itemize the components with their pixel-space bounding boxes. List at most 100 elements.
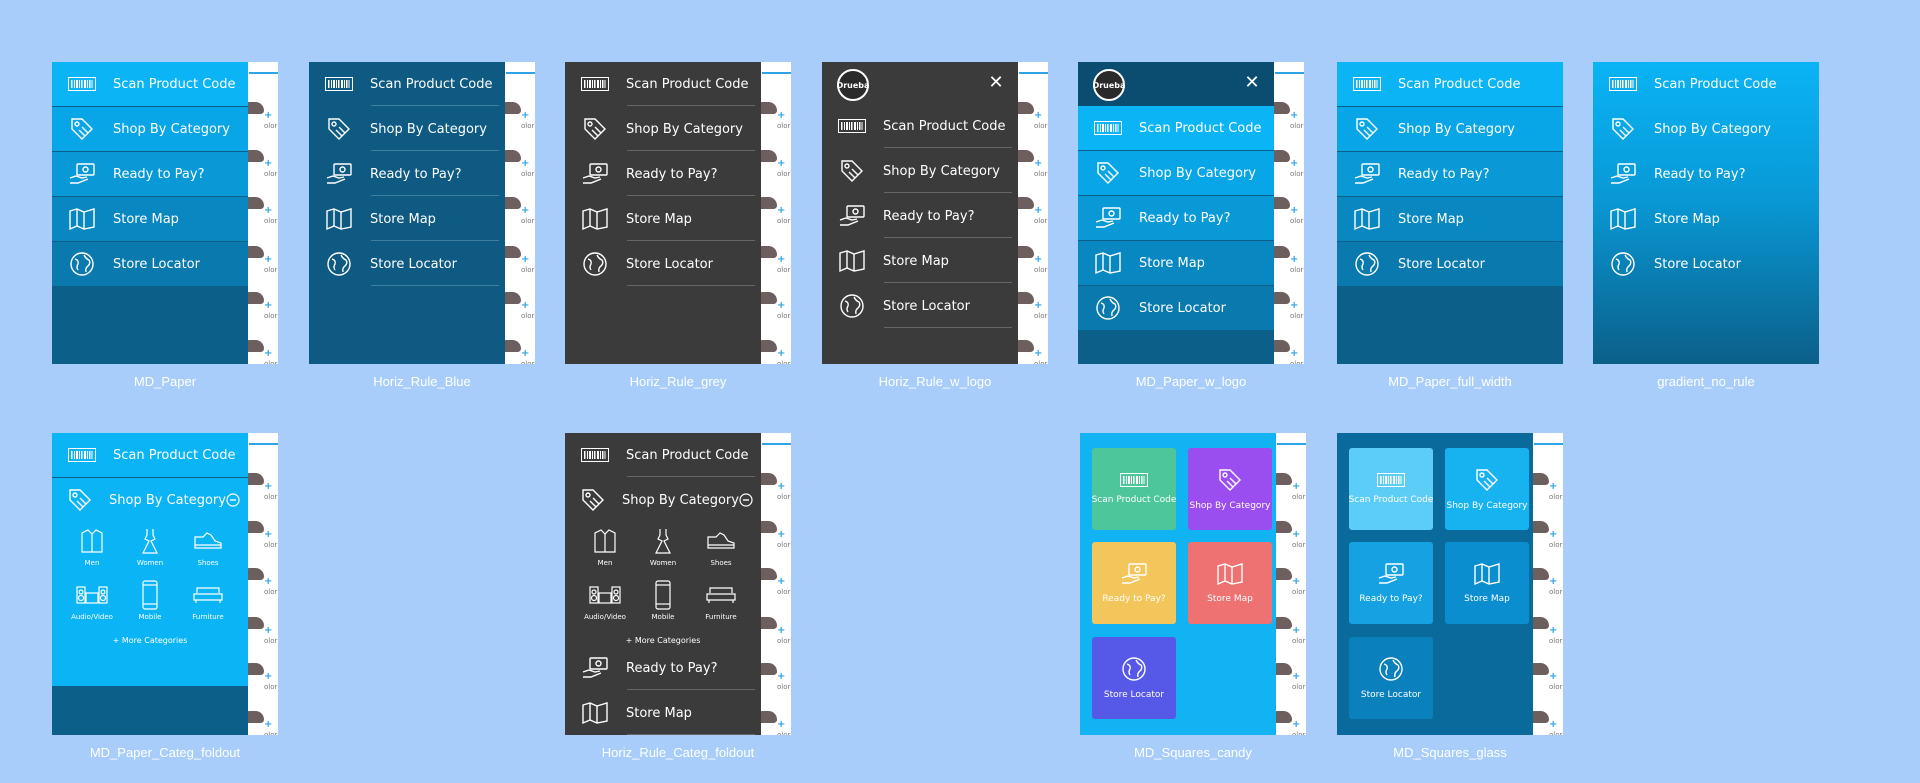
- tile-locator[interactable]: Store Locator: [1349, 637, 1433, 719]
- add-plus-icon[interactable]: +: [264, 625, 272, 636]
- tile-locator[interactable]: Store Locator: [1092, 637, 1176, 719]
- menu-item-locator[interactable]: Store Locator: [1337, 242, 1563, 286]
- collapse-minus-icon[interactable]: [226, 493, 240, 507]
- add-plus-icon[interactable]: +: [1290, 158, 1298, 169]
- brand-logo[interactable]: Drueba: [1093, 69, 1125, 101]
- menu-item-map[interactable]: Store Map: [822, 239, 1018, 283]
- add-plus-icon[interactable]: +: [1290, 348, 1298, 359]
- add-plus-icon[interactable]: +: [521, 348, 529, 359]
- menu-item-map[interactable]: Store Map: [1593, 197, 1819, 241]
- menu-item-pay[interactable]: Ready to Pay?: [565, 152, 761, 196]
- add-plus-icon[interactable]: +: [264, 300, 272, 311]
- menu-item-scan[interactable]: Scan Product Code: [565, 433, 761, 477]
- collapse-minus-icon[interactable]: [739, 493, 753, 507]
- add-plus-icon[interactable]: +: [264, 719, 272, 730]
- tile-pay[interactable]: Ready to Pay?: [1349, 542, 1433, 624]
- menu-item-scan[interactable]: Scan Product Code: [52, 62, 248, 106]
- add-plus-icon[interactable]: +: [1290, 110, 1298, 121]
- menu-item-shop[interactable]: Shop By Category: [1078, 151, 1274, 195]
- menu-item-map[interactable]: Store Map: [1337, 197, 1563, 241]
- subcategory-women[interactable]: Women: [122, 525, 178, 567]
- add-plus-icon[interactable]: +: [521, 110, 529, 121]
- menu-item-scan[interactable]: Scan Product Code: [822, 104, 1018, 148]
- menu-item-scan[interactable]: Scan Product Code: [1593, 62, 1819, 106]
- add-plus-icon[interactable]: +: [1549, 625, 1557, 636]
- add-plus-icon[interactable]: +: [1549, 481, 1557, 492]
- add-plus-icon[interactable]: +: [777, 625, 785, 636]
- close-icon[interactable]: ✕: [1244, 73, 1260, 93]
- menu-item-pay[interactable]: Ready to Pay?: [1337, 152, 1563, 196]
- add-plus-icon[interactable]: +: [777, 254, 785, 265]
- menu-item-scan[interactable]: Scan Product Code: [1337, 62, 1563, 106]
- subcategory-shoes[interactable]: Shoes: [693, 525, 749, 567]
- add-plus-icon[interactable]: +: [777, 158, 785, 169]
- add-plus-icon[interactable]: +: [264, 205, 272, 216]
- add-plus-icon[interactable]: +: [1292, 481, 1300, 492]
- tile-map[interactable]: Store Map: [1188, 542, 1272, 624]
- add-plus-icon[interactable]: +: [1549, 529, 1557, 540]
- add-plus-icon[interactable]: +: [264, 481, 272, 492]
- add-plus-icon[interactable]: +: [1034, 348, 1042, 359]
- add-plus-icon[interactable]: +: [777, 719, 785, 730]
- menu-item-scan[interactable]: Scan Product Code: [52, 433, 248, 477]
- menu-item-shop[interactable]: Shop By Category: [309, 107, 505, 151]
- add-plus-icon[interactable]: +: [264, 158, 272, 169]
- add-plus-icon[interactable]: +: [264, 254, 272, 265]
- menu-item-shop[interactable]: Shop By Category: [52, 478, 248, 522]
- tile-scan[interactable]: Scan Product Code: [1092, 448, 1176, 530]
- add-plus-icon[interactable]: +: [1034, 158, 1042, 169]
- tile-scan[interactable]: Scan Product Code: [1349, 448, 1433, 530]
- subcategory-mobile[interactable]: Mobile: [122, 579, 178, 621]
- menu-item-shop[interactable]: Shop By Category: [822, 149, 1018, 193]
- menu-item-scan[interactable]: Scan Product Code: [309, 62, 505, 106]
- close-icon[interactable]: ✕: [988, 73, 1004, 93]
- menu-item-shop[interactable]: Shop By Category: [565, 478, 761, 522]
- subcategory-av[interactable]: Audio/Video: [64, 579, 120, 621]
- menu-item-map[interactable]: Store Map: [1078, 241, 1274, 285]
- menu-item-pay[interactable]: Ready to Pay?: [565, 646, 761, 690]
- add-plus-icon[interactable]: +: [1290, 254, 1298, 265]
- menu-item-locator[interactable]: Store Locator: [1593, 242, 1819, 286]
- add-plus-icon[interactable]: +: [1292, 529, 1300, 540]
- add-plus-icon[interactable]: +: [264, 576, 272, 587]
- menu-item-locator[interactable]: Store Locator: [1078, 286, 1274, 330]
- subcategory-mobile[interactable]: Mobile: [635, 579, 691, 621]
- add-plus-icon[interactable]: +: [521, 254, 529, 265]
- subcategory-men[interactable]: Men: [577, 525, 633, 567]
- add-plus-icon[interactable]: +: [521, 205, 529, 216]
- subcategory-furniture[interactable]: Furniture: [693, 579, 749, 621]
- add-plus-icon[interactable]: +: [521, 158, 529, 169]
- add-plus-icon[interactable]: +: [777, 576, 785, 587]
- menu-item-pay[interactable]: Ready to Pay?: [52, 152, 248, 196]
- add-plus-icon[interactable]: +: [1290, 300, 1298, 311]
- menu-item-pay[interactable]: Ready to Pay?: [309, 152, 505, 196]
- add-plus-icon[interactable]: +: [1292, 576, 1300, 587]
- more-categories-link[interactable]: + More Categories: [52, 636, 248, 645]
- menu-item-map[interactable]: Store Map: [309, 197, 505, 241]
- menu-item-locator[interactable]: Store Locator: [565, 242, 761, 286]
- subcategory-shoes[interactable]: Shoes: [180, 525, 236, 567]
- tile-shop[interactable]: Shop By Category: [1188, 448, 1272, 530]
- menu-item-locator[interactable]: Store Locator: [309, 242, 505, 286]
- add-plus-icon[interactable]: +: [264, 529, 272, 540]
- add-plus-icon[interactable]: +: [521, 300, 529, 311]
- add-plus-icon[interactable]: +: [264, 348, 272, 359]
- menu-item-pay[interactable]: Ready to Pay?: [1078, 196, 1274, 240]
- add-plus-icon[interactable]: +: [1292, 719, 1300, 730]
- add-plus-icon[interactable]: +: [1549, 719, 1557, 730]
- menu-item-shop[interactable]: Shop By Category: [52, 107, 248, 151]
- add-plus-icon[interactable]: +: [777, 348, 785, 359]
- add-plus-icon[interactable]: +: [264, 110, 272, 121]
- subcategory-women[interactable]: Women: [635, 525, 691, 567]
- tile-pay[interactable]: Ready to Pay?: [1092, 542, 1176, 624]
- add-plus-icon[interactable]: +: [1549, 671, 1557, 682]
- add-plus-icon[interactable]: +: [777, 205, 785, 216]
- add-plus-icon[interactable]: +: [777, 529, 785, 540]
- add-plus-icon[interactable]: +: [264, 671, 272, 682]
- menu-item-pay[interactable]: Ready to Pay?: [822, 194, 1018, 238]
- add-plus-icon[interactable]: +: [1034, 254, 1042, 265]
- add-plus-icon[interactable]: +: [1034, 205, 1042, 216]
- menu-item-locator[interactable]: Store Locator: [52, 242, 248, 286]
- add-plus-icon[interactable]: +: [1034, 300, 1042, 311]
- menu-item-shop[interactable]: Shop By Category: [1337, 107, 1563, 151]
